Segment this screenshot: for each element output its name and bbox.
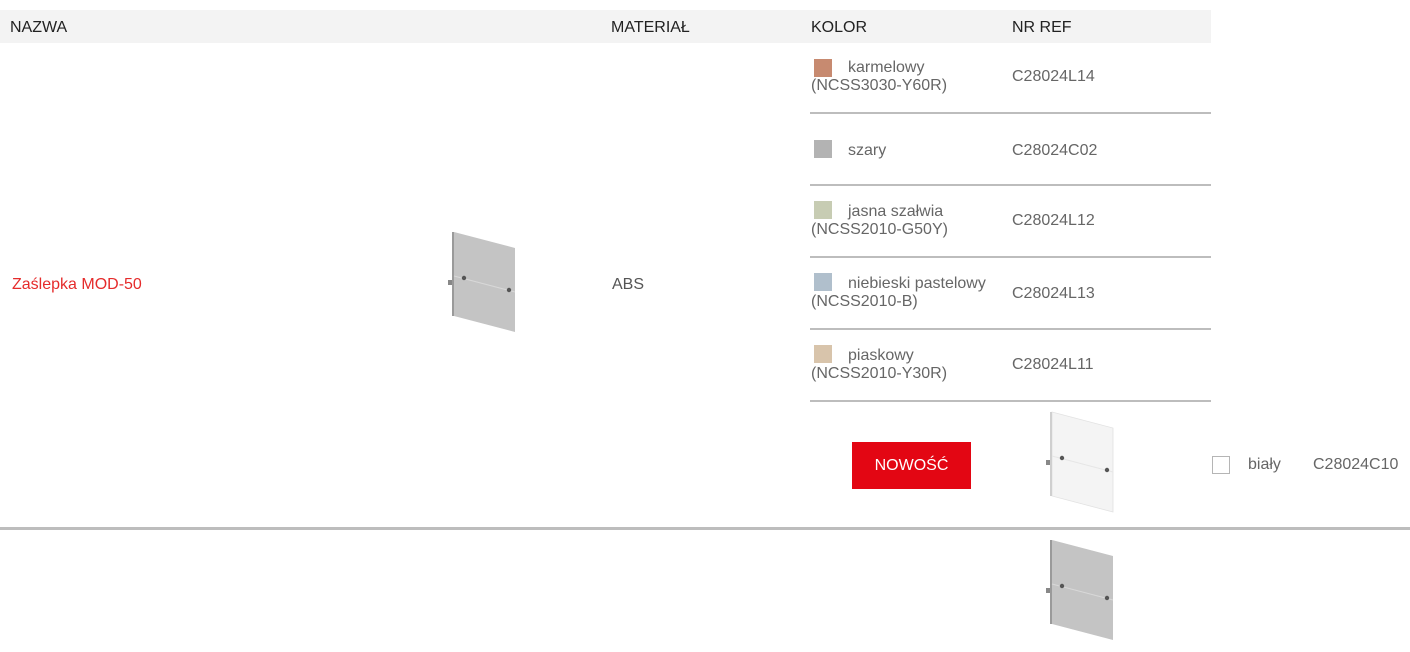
list-item: jasna szałwia (NCSS2010-G50Y) C28024L12: [810, 187, 1211, 259]
list-item: szary C28024C02: [810, 115, 1211, 187]
header-ref: NR REF: [1012, 19, 1072, 36]
row-divider: [810, 328, 1211, 330]
product-image-white: [1046, 411, 1114, 513]
color-code: (NCSS2010-G50Y): [811, 221, 948, 238]
product-name-link[interactable]: Zaślepka MOD-50: [12, 276, 142, 294]
row-divider: [810, 184, 1211, 186]
color-swatch: [814, 59, 832, 77]
color-code: (NCSS2010-Y30R): [811, 365, 948, 382]
color-name: niebieski pastelowy: [848, 275, 986, 292]
list-item: niebieski pastelowy (NCSS2010-B) C28024L…: [810, 259, 1211, 331]
ref-number: C28024L11: [1012, 356, 1094, 373]
row-divider: [810, 256, 1211, 258]
product-material: ABS: [612, 276, 645, 293]
color-name: jasna szałwia: [848, 203, 944, 220]
color-code: (NCSS3030-Y60R): [811, 77, 948, 94]
color-name: piaskowy: [848, 347, 914, 364]
color-swatch: [814, 140, 832, 158]
new-badge: NOWOŚĆ: [852, 442, 971, 489]
color-name-white: biały: [1248, 456, 1281, 473]
color-code: (NCSS2010-B): [811, 293, 918, 310]
color-name: szary: [848, 142, 887, 159]
color-swatch: [814, 273, 832, 291]
product-image-bottom: [1046, 540, 1114, 640]
color-swatch: [814, 201, 832, 219]
table-header: NAZWA MATERIAŁ KOLOR NR REF: [0, 10, 1211, 43]
ref-number: C28024L12: [1012, 212, 1095, 229]
section-divider: [0, 527, 1410, 530]
ref-number: C28024L14: [1012, 68, 1095, 85]
list-item: piaskowy (NCSS2010-Y30R) C28024L11: [810, 331, 1211, 403]
ref-number: C28024L13: [1012, 285, 1095, 302]
color-name: karmelowy: [848, 59, 925, 76]
ref-number: C28024C02: [1012, 142, 1098, 159]
header-material: MATERIAŁ: [611, 19, 690, 36]
list-item: karmelowy (NCSS3030-Y60R) C28024L14: [810, 43, 1211, 115]
row-divider: [810, 400, 1211, 402]
color-checkbox[interactable]: [1212, 456, 1230, 474]
row-divider: [810, 112, 1211, 114]
product-image: [448, 232, 516, 332]
color-swatch: [814, 345, 832, 363]
header-name: NAZWA: [10, 19, 68, 36]
ref-number-white: C28024C10: [1313, 456, 1399, 473]
header-color: KOLOR: [811, 19, 868, 36]
